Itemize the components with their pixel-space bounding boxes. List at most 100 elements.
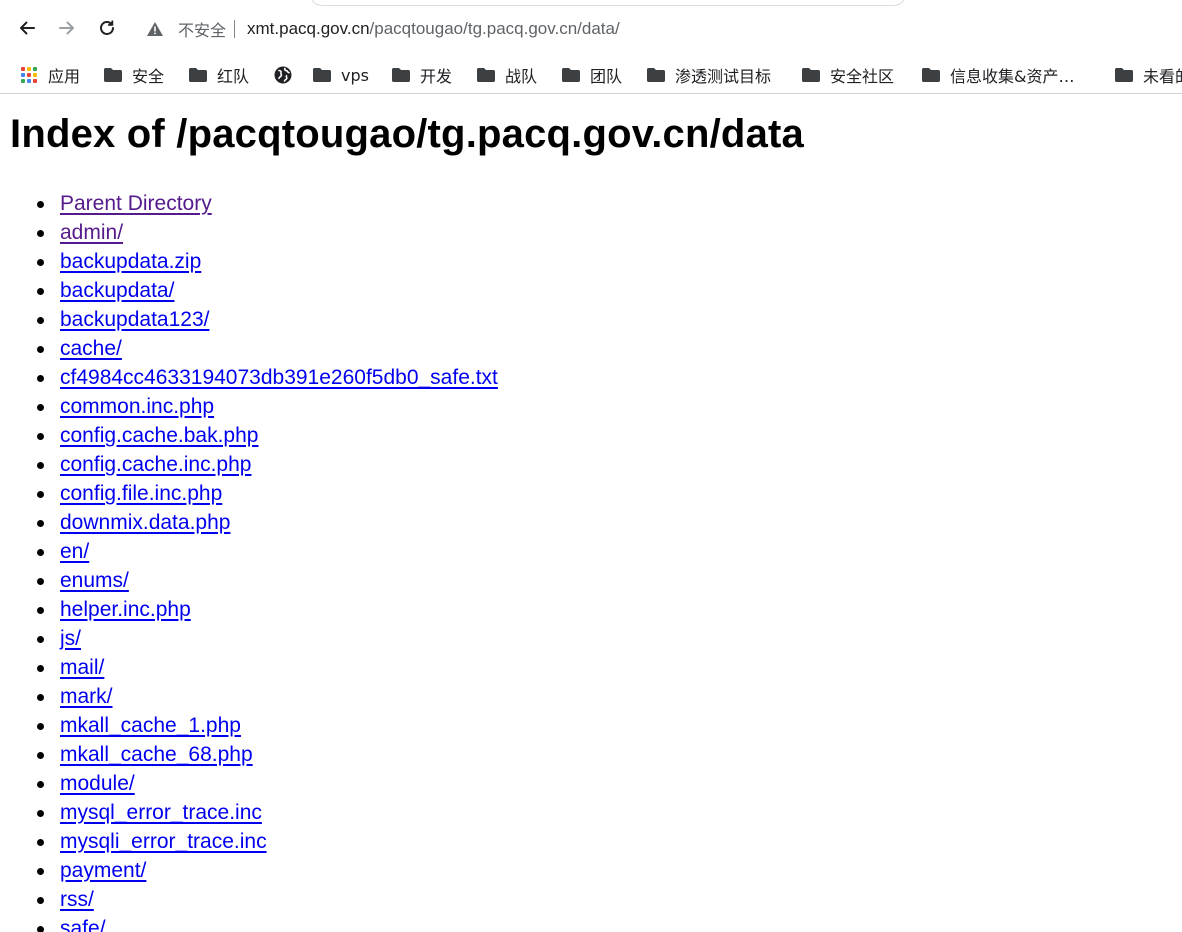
file-link[interactable]: config.cache.inc.php bbox=[60, 453, 251, 476]
forward-arrow-icon bbox=[57, 18, 77, 38]
file-link[interactable]: cache/ bbox=[60, 337, 122, 360]
bookmark-label: 信息收集&资产… bbox=[950, 67, 1075, 86]
file-link[interactable]: cf4984cc4633194073db391e260f5db0_safe.tx… bbox=[60, 366, 498, 389]
bookmark-label: 安全社区 bbox=[830, 67, 895, 86]
folder-icon bbox=[312, 65, 332, 85]
bookmark-label: 渗透测试目标 bbox=[675, 67, 772, 86]
back-arrow-icon bbox=[17, 18, 37, 38]
tab-strip-edge bbox=[310, 0, 906, 6]
browser-toolbar: 不安全 xmt.pacq.gov.cn/pacqtougao/tg.pacq.g… bbox=[0, 0, 1182, 58]
directory-listing: Parent Directory admin/backupdata.zip back… bbox=[0, 189, 498, 932]
bookmark-folder-red-team[interactable]: 红队 bbox=[188, 62, 249, 88]
file-link[interactable]: backupdata/ bbox=[60, 279, 174, 302]
list-item: rss/ bbox=[37, 885, 498, 914]
list-item: en/ bbox=[37, 537, 498, 566]
file-link[interactable]: mkall_cache_1.php bbox=[60, 714, 241, 737]
file-link[interactable]: rss/ bbox=[60, 888, 94, 911]
url-separator bbox=[234, 20, 236, 38]
file-link[interactable]: mail/ bbox=[60, 656, 104, 679]
file-link[interactable]: js/ bbox=[60, 627, 81, 650]
file-link[interactable]: backupdata.zip bbox=[60, 250, 201, 273]
folder-icon bbox=[188, 65, 208, 85]
bookmark-label: 开发 bbox=[420, 67, 453, 86]
list-item: backupdata/ bbox=[37, 276, 498, 305]
bookmark-label: 未看的 bbox=[1143, 67, 1182, 86]
parent-directory-link[interactable]: Parent Directory bbox=[60, 192, 212, 215]
forward-button[interactable] bbox=[53, 14, 81, 42]
list-item: Parent Directory bbox=[37, 189, 498, 218]
bookmark-folder-vps[interactable]: vps bbox=[312, 62, 369, 88]
bookmark-globe[interactable] bbox=[273, 62, 302, 88]
file-link[interactable]: safe/ bbox=[60, 917, 106, 932]
bookmark-folder-war-team[interactable]: 战队 bbox=[476, 62, 537, 88]
folder-icon bbox=[646, 65, 666, 85]
list-item: mkall_cache_1.php bbox=[37, 711, 498, 740]
file-link[interactable]: en/ bbox=[60, 540, 89, 563]
file-link[interactable]: downmix.data.php bbox=[60, 511, 230, 534]
warning-icon[interactable] bbox=[146, 20, 164, 38]
bookmarks-bar: 应用 安全 红队 vps 开发 战队 团队 渗透测试目标 安全社区 信息收集&资… bbox=[0, 58, 1182, 94]
list-item: enums/ bbox=[37, 566, 498, 595]
security-status-label[interactable]: 不安全 bbox=[178, 17, 226, 41]
list-item: safe/ bbox=[37, 914, 498, 932]
file-link[interactable]: mysqli_error_trace.inc bbox=[60, 830, 267, 853]
list-item: config.file.inc.php bbox=[37, 479, 498, 508]
reload-icon bbox=[97, 18, 117, 38]
bookmark-folder-info-gathering[interactable]: 信息收集&资产… bbox=[921, 62, 1074, 88]
file-link[interactable]: mark/ bbox=[60, 685, 113, 708]
folder-icon bbox=[476, 65, 496, 85]
folder-icon bbox=[103, 65, 123, 85]
list-item: mkall_cache_68.php bbox=[37, 740, 498, 769]
file-link[interactable]: helper.inc.php bbox=[60, 598, 191, 621]
globe-icon bbox=[273, 65, 293, 85]
list-item: config.cache.bak.php bbox=[37, 421, 498, 450]
list-item: mysql_error_trace.inc bbox=[37, 798, 498, 827]
folder-icon bbox=[801, 65, 821, 85]
page-title: Index of /pacqtougao/tg.pacq.gov.cn/data bbox=[10, 112, 804, 156]
list-item: mysqli_error_trace.inc bbox=[37, 827, 498, 856]
list-item: cache/ bbox=[37, 334, 498, 363]
bookmark-label: 安全 bbox=[132, 67, 165, 86]
apps-grid-icon bbox=[19, 65, 39, 85]
bookmark-folder-dev[interactable]: 开发 bbox=[391, 62, 452, 88]
bookmark-folder-team[interactable]: 团队 bbox=[561, 62, 622, 88]
list-item: module/ bbox=[37, 769, 498, 798]
list-item: config.cache.inc.php bbox=[37, 450, 498, 479]
url-host[interactable]: xmt.pacq.gov.cn bbox=[247, 19, 370, 39]
file-link[interactable]: common.inc.php bbox=[60, 395, 214, 418]
file-link[interactable]: config.file.inc.php bbox=[60, 482, 222, 505]
list-item: admin/ bbox=[37, 218, 498, 247]
bookmark-folder-unread[interactable]: 未看的 bbox=[1114, 62, 1182, 88]
bookmark-label: 团队 bbox=[590, 67, 623, 86]
bookmark-apps[interactable]: 应用 bbox=[19, 62, 80, 88]
address-bar[interactable]: 不安全 xmt.pacq.gov.cn/pacqtougao/tg.pacq.g… bbox=[146, 14, 620, 44]
list-item: downmix.data.php bbox=[37, 508, 498, 537]
list-item: backupdata123/ bbox=[37, 305, 498, 334]
file-link[interactable]: config.cache.bak.php bbox=[60, 424, 258, 447]
reload-button[interactable] bbox=[93, 14, 121, 42]
file-link[interactable]: enums/ bbox=[60, 569, 129, 592]
bookmark-label: 应用 bbox=[48, 67, 81, 86]
folder-icon bbox=[391, 65, 411, 85]
bookmark-folder-security-community[interactable]: 安全社区 bbox=[801, 62, 894, 88]
bookmark-folder-security[interactable]: 安全 bbox=[103, 62, 164, 88]
file-link[interactable]: payment/ bbox=[60, 859, 146, 882]
bookmark-label: 红队 bbox=[217, 67, 250, 86]
list-item: helper.inc.php bbox=[37, 595, 498, 624]
file-link[interactable]: module/ bbox=[60, 772, 135, 795]
bookmark-folder-pentest-targets[interactable]: 渗透测试目标 bbox=[646, 62, 771, 88]
file-link[interactable]: mkall_cache_68.php bbox=[60, 743, 253, 766]
folder-icon bbox=[921, 65, 941, 85]
file-link[interactable]: backupdata123/ bbox=[60, 308, 209, 331]
url-path[interactable]: /pacqtougao/tg.pacq.gov.cn/data/ bbox=[370, 19, 620, 39]
bookmark-label: vps bbox=[341, 65, 369, 85]
list-item: mail/ bbox=[37, 653, 498, 682]
file-link[interactable]: mysql_error_trace.inc bbox=[60, 801, 262, 824]
page-content: Index of /pacqtougao/tg.pacq.gov.cn/data… bbox=[0, 94, 1182, 932]
folder-icon bbox=[561, 65, 581, 85]
back-button[interactable] bbox=[13, 14, 41, 42]
file-link[interactable]: admin/ bbox=[60, 221, 123, 244]
bookmark-label: 战队 bbox=[505, 67, 538, 86]
list-item: js/ bbox=[37, 624, 498, 653]
list-item: payment/ bbox=[37, 856, 498, 885]
